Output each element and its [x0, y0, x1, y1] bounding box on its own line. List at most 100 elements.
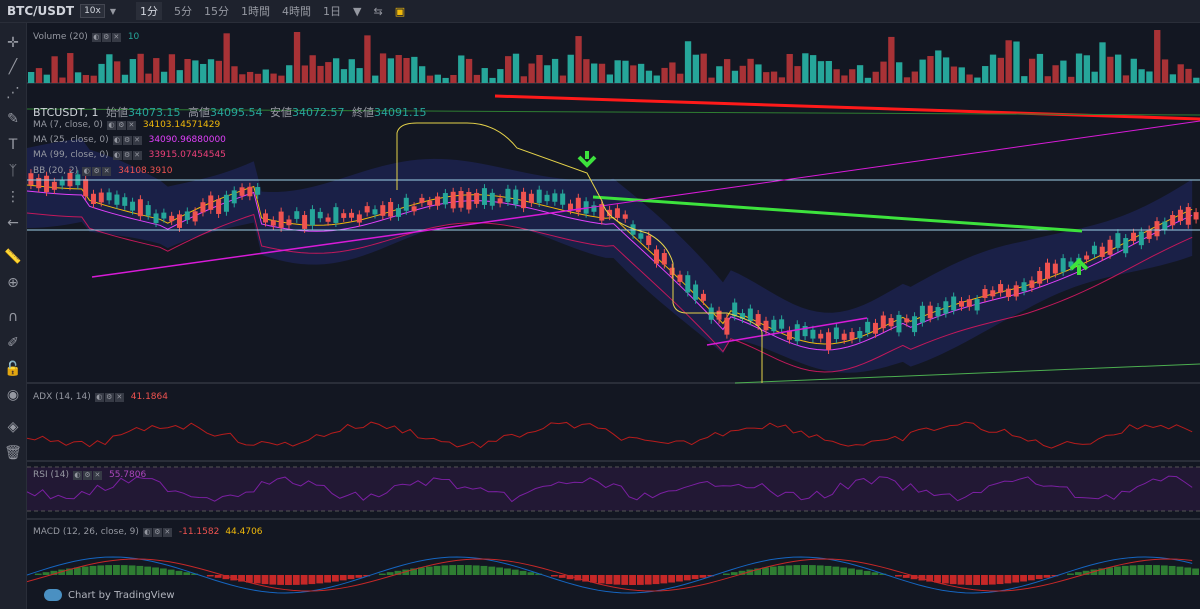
candle-body	[435, 196, 441, 206]
timeframe-15m[interactable]: 15分	[204, 3, 229, 19]
eye-icon[interactable]: ◉	[0, 387, 26, 403]
volume-bar	[184, 58, 191, 83]
volume-bar	[708, 77, 715, 83]
indicators-icon[interactable]: ▣	[395, 5, 405, 18]
volume-bar	[896, 62, 903, 83]
compare-icon[interactable]: ⇆	[373, 5, 382, 18]
macd-histogram-bar	[934, 575, 941, 583]
timeframe-dropdown-icon[interactable]: ▼	[353, 5, 361, 18]
timeframe-5m[interactable]: 5分	[174, 3, 192, 19]
volume-bar	[379, 53, 387, 83]
volume-bar	[286, 65, 293, 83]
candle-body	[966, 299, 972, 307]
rsi-legend-buttons[interactable]: ◐ ⚙ ✕	[72, 470, 103, 480]
lock-drawing-icon[interactable]: ✐	[0, 335, 26, 351]
candle-body	[958, 301, 964, 307]
macd-histogram-bar	[871, 572, 879, 575]
volume-bar	[403, 58, 410, 83]
macd-histogram-bar	[1145, 565, 1153, 575]
macd-histogram-bar	[457, 565, 464, 575]
brush-icon[interactable]: ✎	[0, 111, 26, 127]
macd-histogram-bar	[167, 569, 175, 575]
timeframe-1h[interactable]: 1時間	[241, 3, 270, 19]
zoom-icon[interactable]: ⊕	[0, 275, 26, 291]
candle-body	[1091, 245, 1097, 255]
volume-bar	[1122, 75, 1130, 83]
candle-body	[567, 203, 573, 211]
symbol-dropdown-icon[interactable]: ▼	[110, 7, 116, 16]
layers-icon[interactable]: ◈	[0, 419, 26, 435]
volume-bar	[810, 55, 817, 83]
volume-bar	[911, 71, 918, 83]
candle-body	[794, 324, 800, 342]
adx-legend-buttons[interactable]: ◐ ⚙ ✕	[94, 392, 125, 402]
pattern-icon[interactable]: ᛉ	[0, 163, 26, 179]
volume-bar	[684, 41, 692, 83]
macd-histogram-bar	[316, 575, 324, 584]
macd-histogram-bar	[1004, 575, 1012, 584]
volume-bar	[958, 67, 965, 83]
ma7-legend-buttons[interactable]: ◐ ⚙ ✕	[106, 120, 137, 130]
candle-body	[591, 205, 597, 212]
trash-icon[interactable]: 🗑	[0, 445, 26, 461]
volume-bar	[332, 58, 340, 83]
crosshair-icon[interactable]: ✛	[0, 35, 26, 51]
candle-body	[137, 199, 143, 217]
ruler-icon[interactable]: 📏	[0, 249, 26, 265]
bb-legend-buttons[interactable]: ◐ ⚙ ✕	[82, 166, 112, 176]
volume-legend-buttons[interactable]: ◐ ⚙ ✕	[91, 32, 122, 42]
macd-histogram-bar	[34, 573, 42, 575]
high-label: 高値	[188, 106, 211, 119]
macd-histogram-bar	[824, 565, 832, 575]
candle-body	[403, 197, 409, 211]
text-icon[interactable]: T	[0, 137, 26, 153]
candle-body	[951, 296, 957, 311]
fib-icon[interactable]: ⋰	[0, 85, 26, 101]
macd-histogram-bar	[683, 575, 691, 581]
magnet-icon[interactable]: ∩	[0, 309, 26, 325]
volume-bar	[1036, 53, 1044, 83]
macd-histogram-bar	[691, 575, 699, 580]
ma99-legend-buttons[interactable]: ◐ ⚙ ✕	[112, 150, 143, 160]
timeframe-1m[interactable]: 1分	[136, 2, 162, 20]
drawing-toolbar: ✛ ╱ ⋰ ✎ T ᛉ ⋮ ← 📏 ⊕ ∩ ✐ 🔓 ◉ ◈ 🗑	[0, 23, 27, 609]
lock-icon[interactable]: 🔓	[0, 361, 26, 377]
back-arrow-icon[interactable]: ←	[0, 215, 26, 231]
ma7-legend: MA (7, close, 0) ◐ ⚙ ✕ 34103.14571429	[33, 120, 220, 130]
macd-histogram-bar	[261, 575, 269, 585]
macd-histogram-bar	[801, 565, 808, 575]
volume-bar	[1044, 76, 1051, 83]
macd-histogram-bar	[895, 575, 902, 577]
macd-histogram-bar	[253, 575, 261, 584]
macd-histogram-bar	[668, 575, 676, 583]
timeframe-4h[interactable]: 4時間	[282, 3, 311, 19]
candle-body	[826, 332, 832, 350]
volume-bar	[1193, 77, 1200, 83]
timeframe-1d[interactable]: 1日	[323, 3, 341, 19]
symbol-label[interactable]: BTC/USDT	[7, 4, 74, 18]
macd-histogram-bar	[1137, 565, 1145, 575]
volume-bar	[849, 69, 856, 83]
prediction-icon[interactable]: ⋮	[0, 189, 26, 205]
macd-histogram-bar	[996, 575, 1004, 585]
candle-body	[161, 212, 167, 219]
candle-body	[904, 318, 910, 323]
candle-body	[677, 274, 683, 282]
ma25-legend-buttons[interactable]: ◐ ⚙ ✕	[112, 135, 143, 145]
volume-label: Volume (20)	[33, 32, 88, 42]
candle-body	[411, 206, 417, 212]
candle-body	[442, 193, 448, 205]
tradingview-logo[interactable]: Chart by TradingView	[44, 589, 175, 601]
volume-bar	[223, 33, 230, 83]
candle-body	[192, 211, 198, 222]
macd-legend-buttons[interactable]: ◐ ⚙ ✕	[142, 527, 173, 537]
leverage-badge[interactable]: 10x	[80, 4, 105, 18]
bb-legend: BB (20, 2) ◐ ⚙ ✕ 34108.3910	[33, 166, 173, 176]
volume-bar	[1185, 68, 1192, 83]
macd-histogram-bar	[785, 565, 793, 575]
volume-bar	[637, 63, 645, 83]
trendline-icon[interactable]: ╱	[0, 59, 26, 75]
candle-body	[896, 314, 902, 333]
candle-body	[1021, 282, 1027, 292]
macd-histogram-bar	[1184, 567, 1192, 575]
